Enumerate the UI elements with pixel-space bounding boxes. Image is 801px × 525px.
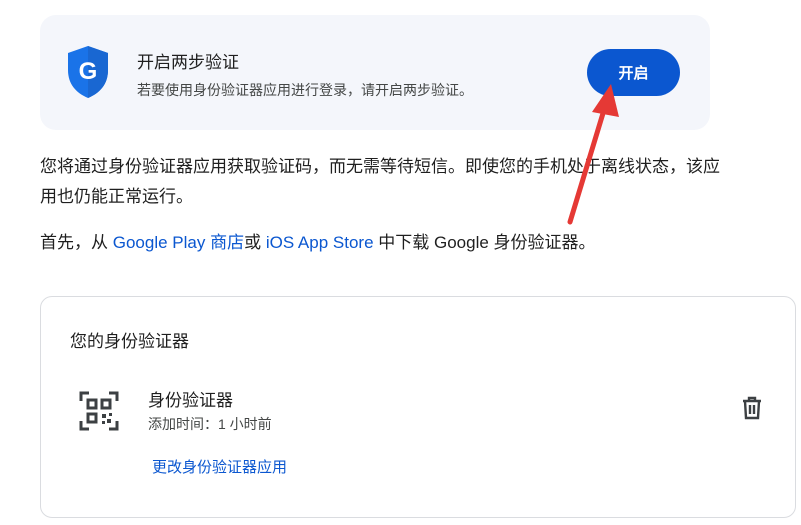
or-text: 或 xyxy=(244,233,266,252)
svg-text:G: G xyxy=(79,58,98,85)
enable-two-step-button[interactable]: 开启 xyxy=(587,49,680,96)
authenticator-name: 身份验证器 xyxy=(148,391,233,410)
google-shield-icon: G xyxy=(68,46,108,98)
authenticator-added-time: 添加时间：1 小时前 xyxy=(148,416,272,432)
intro-paragraph: 您将通过身份验证器应用获取验证码，而无需等待短信。即使您的手机处于离线状态，该应… xyxy=(40,157,720,206)
qr-code-icon xyxy=(79,391,119,431)
app-store-link[interactable]: iOS App Store xyxy=(266,233,374,252)
google-play-link[interactable]: Google Play 商店 xyxy=(113,233,244,252)
download-instructions: 首先，从 Google Play 商店或 iOS App Store 中下载 G… xyxy=(40,228,596,258)
banner-title: 开启两步验证 xyxy=(137,53,239,72)
download-suffix: 中下载 Google 身份验证器。 xyxy=(373,233,596,252)
change-authenticator-link[interactable]: 更改身份验证器应用 xyxy=(152,456,287,477)
download-prefix: 首先，从 xyxy=(40,233,113,252)
banner-description: 若要使用身份验证器应用进行登录，请开启两步验证。 xyxy=(137,82,473,98)
trash-icon[interactable] xyxy=(741,396,763,420)
card-title: 您的身份验证器 xyxy=(70,332,189,351)
